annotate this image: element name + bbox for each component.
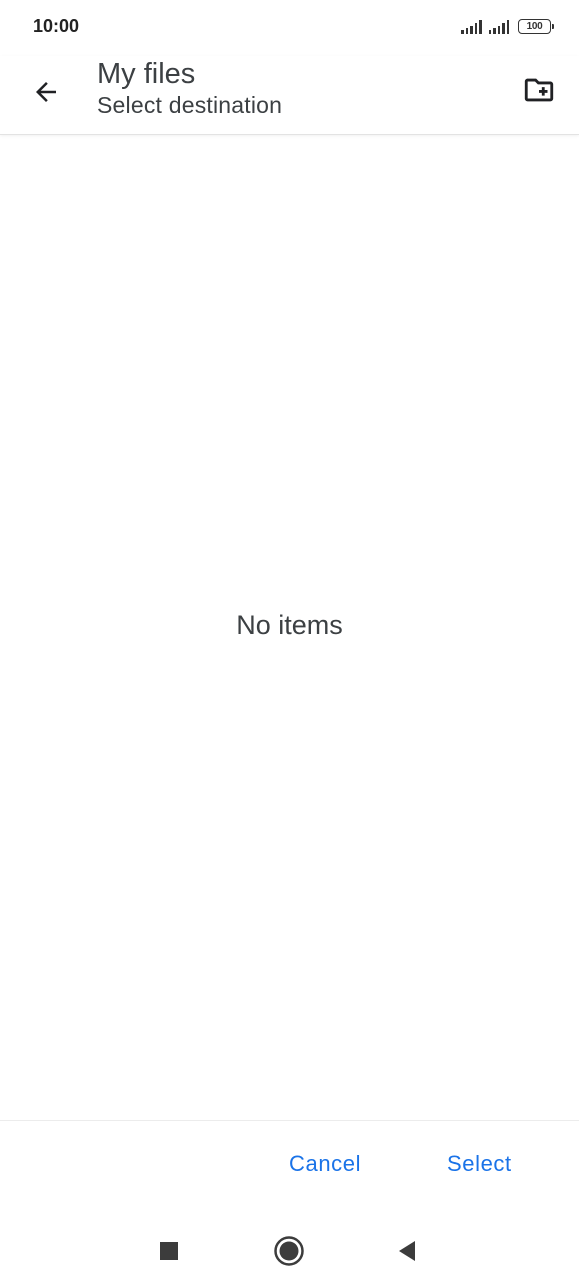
screen: 10:00 100 My files Select destination No…: [0, 0, 579, 1288]
status-time: 10:00: [33, 16, 80, 36]
home-circle-icon: [274, 1236, 304, 1266]
page-subtitle: Select destination: [97, 92, 283, 118]
arrow-back-icon: [36, 82, 56, 102]
status-icons: 100: [461, 19, 554, 34]
signal-icon: [488, 19, 509, 34]
recents-button[interactable]: [151, 1233, 187, 1269]
new-folder-button[interactable]: [513, 66, 565, 114]
cancel-button[interactable]: Cancel: [289, 1151, 361, 1177]
home-button[interactable]: [271, 1233, 307, 1269]
back-triangle-icon: [399, 1241, 415, 1261]
page-title: My files: [97, 58, 196, 90]
app-bar: My files Select destination: [0, 56, 579, 135]
select-button[interactable]: Select: [447, 1151, 512, 1177]
system-back-button[interactable]: [389, 1233, 425, 1269]
file-list-area: No items: [0, 135, 579, 1120]
empty-state-message: No items: [236, 610, 343, 640]
recents-square-icon: [160, 1242, 178, 1260]
navigation-bar: [0, 1211, 579, 1288]
title-block: My files Select destination: [97, 56, 282, 120]
battery-icon: 100: [518, 19, 554, 34]
battery-level: 100: [526, 20, 543, 32]
status-bar: 10:00 100: [0, 0, 579, 56]
back-button[interactable]: [22, 68, 70, 116]
create-new-folder-icon: [524, 78, 554, 102]
action-bar: Cancel Select: [0, 1120, 579, 1212]
signal-icon: [461, 19, 482, 34]
